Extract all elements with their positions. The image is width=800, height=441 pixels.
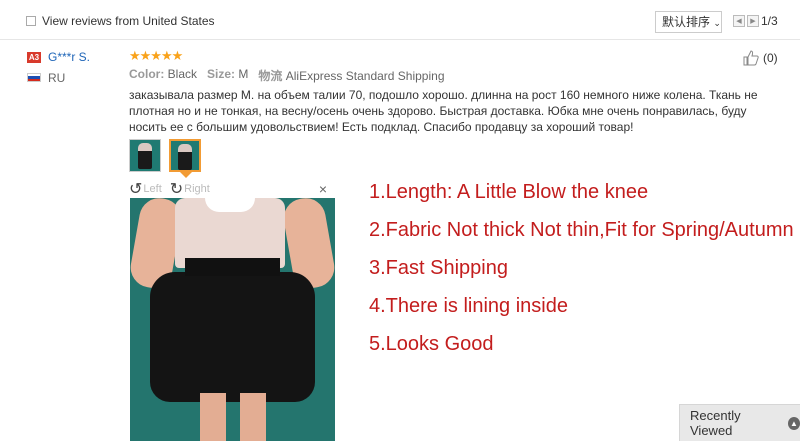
page-indicator: 1/3: [761, 14, 778, 28]
reviewer-name[interactable]: G***r S.: [48, 50, 90, 64]
review-text: заказывала размер M. на объем талии 70, …: [129, 88, 758, 134]
rotate-left-button[interactable]: ↺ Left: [129, 179, 162, 199]
color-value: Black: [167, 67, 198, 81]
highlight-item: 5.Looks Good: [369, 333, 494, 355]
rotate-right-label: Right: [184, 183, 210, 195]
review-photo-large: [130, 198, 335, 441]
star-rating: ★★★★★: [129, 48, 183, 63]
color-label: Color:: [129, 67, 165, 81]
rotate-right-icon: ↻: [169, 181, 184, 198]
chevron-up-icon[interactable]: ▲: [787, 416, 800, 430]
thumbs-up-icon: [743, 50, 759, 66]
chevron-down-icon: ⌄: [713, 18, 721, 28]
order-details: Color: Black Size: M 物流 AliExpress Stand…: [129, 67, 445, 84]
review-photo-thumb-1[interactable]: [129, 139, 161, 172]
highlight-item: 3.Fast Shipping: [369, 257, 508, 279]
sort-dropdown[interactable]: 默认排序 ⌄: [655, 11, 722, 33]
helpful-button[interactable]: (0): [743, 50, 778, 66]
country-filter[interactable]: View reviews from United States: [26, 14, 215, 28]
reviews-toolbar: View reviews from United States 默认排序 ⌄ ◀…: [0, 0, 800, 40]
highlight-item: 1.Length: A Little Blow the knee: [369, 181, 649, 203]
close-icon[interactable]: ×: [319, 181, 327, 197]
buyer-level-badge: A3: [27, 52, 41, 63]
us-filter-label: View reviews from United States: [42, 14, 215, 28]
like-count: (0): [763, 51, 778, 65]
active-thumb-indicator: [180, 172, 192, 178]
size-label: Size:: [207, 67, 236, 81]
recently-viewed-label: Recently Viewed: [690, 408, 741, 438]
rotate-right-button[interactable]: ↻ Right: [170, 179, 210, 199]
sort-label: 默认排序: [662, 15, 711, 29]
product-highlights: 1.Length: A Little Blow the knee 2.Fabri…: [369, 182, 794, 372]
highlight-item: 4.There is lining inside: [369, 295, 568, 317]
size-value: M: [238, 67, 249, 81]
recently-viewed-tab[interactable]: Recently Viewed ▲: [679, 404, 800, 441]
country-flag-icon: [27, 73, 41, 82]
shipping-label: 物流: [258, 69, 283, 83]
shipping-value: AliExpress Standard Shipping: [285, 69, 445, 83]
pagination: ◀ ▶ 1/3: [733, 14, 778, 28]
highlight-item: 2.Fabric Not thick Not thin,Fit for Spri…: [369, 219, 794, 241]
rotate-left-label: Left: [143, 183, 162, 195]
reviewer-country: RU: [48, 71, 66, 85]
prev-page-icon[interactable]: ◀: [733, 15, 745, 27]
review-photo-thumb-2[interactable]: [169, 139, 201, 172]
rotate-left-icon: ↺: [129, 181, 143, 198]
next-page-icon[interactable]: ▶: [747, 15, 759, 27]
photo-viewer-toolbar: ↺ Left ↻ Right ×: [129, 180, 335, 198]
us-filter-checkbox[interactable]: [26, 16, 36, 26]
